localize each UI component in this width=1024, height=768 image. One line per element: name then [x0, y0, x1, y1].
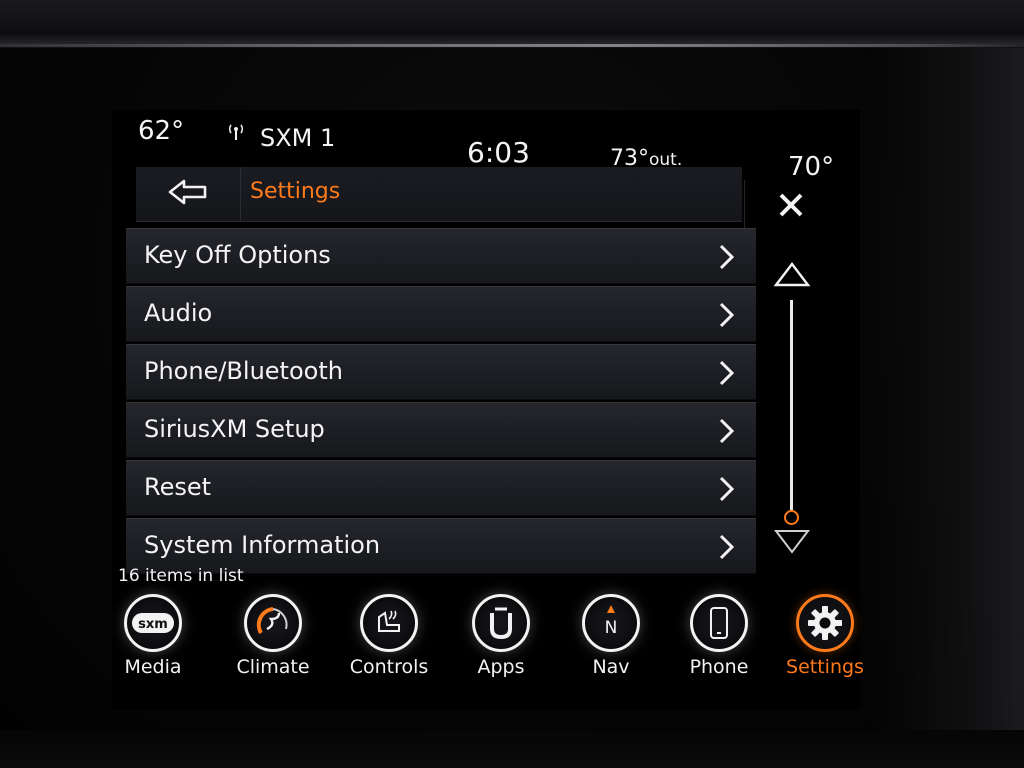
- nav-controls[interactable]: Controls: [334, 588, 444, 688]
- list-item-key-off-options[interactable]: Key Off Options: [126, 228, 756, 284]
- nav-label: Apps: [477, 656, 525, 678]
- bezel-right: [874, 48, 1024, 768]
- radio-station[interactable]: SXM 1: [260, 124, 335, 152]
- compass-letter: N: [605, 618, 618, 638]
- page-title: Settings: [250, 179, 341, 204]
- sxm-logo-text: sxm: [138, 617, 168, 632]
- bezel-bottom: [0, 730, 1024, 768]
- nav-label: Controls: [349, 656, 429, 678]
- nav-nav[interactable]: N Nav: [556, 588, 666, 688]
- nav-apps[interactable]: Apps: [446, 588, 556, 688]
- compass-icon: N: [582, 594, 640, 652]
- list-scrollbar[interactable]: [770, 260, 814, 560]
- close-icon: [777, 191, 805, 223]
- climate-icon: [244, 594, 302, 652]
- status-bar: 62° SXM 1 6:03 73°out. 70°: [112, 110, 860, 182]
- passenger-temp[interactable]: 70°: [788, 152, 834, 182]
- clock: 6:03: [467, 136, 530, 169]
- back-button[interactable]: [136, 167, 241, 221]
- close-button[interactable]: [744, 180, 837, 234]
- list-item-reset[interactable]: Reset: [126, 460, 756, 516]
- scroll-up-icon[interactable]: [772, 260, 812, 292]
- apps-icon: [472, 594, 530, 652]
- nav-label: Media: [124, 656, 182, 678]
- nav-climate[interactable]: Climate: [218, 588, 328, 688]
- list-item-label: System Information: [144, 531, 381, 559]
- settings-gear-icon: [796, 594, 854, 652]
- scroll-track[interactable]: [790, 300, 793, 510]
- header-bar: Settings: [136, 167, 742, 222]
- bottom-nav-bar: sxm Media Climate Controls Apps N Nav Ph…: [112, 588, 864, 698]
- infotainment-screen: 62° SXM 1 6:03 73°out. 70° Settings Key …: [112, 110, 864, 710]
- back-arrow-icon: [167, 178, 209, 210]
- driver-temp[interactable]: 62°: [138, 116, 184, 146]
- controls-icon: [360, 594, 418, 652]
- bezel-top: [0, 0, 1024, 48]
- list-item-label: Phone/Bluetooth: [144, 357, 343, 385]
- nav-label: Nav: [592, 656, 630, 678]
- radio-signal-icon: [225, 122, 247, 147]
- chevron-right-icon: [714, 533, 738, 561]
- scroll-thumb[interactable]: [784, 510, 799, 525]
- nav-label: Phone: [689, 656, 749, 678]
- list-item-phone-bluetooth[interactable]: Phone/Bluetooth: [126, 344, 756, 400]
- sxm-icon: sxm: [124, 594, 182, 652]
- nav-phone[interactable]: Phone: [664, 588, 774, 688]
- nav-settings[interactable]: Settings: [770, 588, 880, 688]
- items-count: 16 items in list: [118, 566, 244, 586]
- scroll-down-icon[interactable]: [772, 528, 812, 560]
- settings-list: Key Off Options Audio Phone/Bluetooth Si…: [126, 228, 756, 576]
- bezel-highlight: [0, 44, 1024, 47]
- chevron-right-icon: [714, 243, 738, 271]
- list-item-label: Audio: [144, 299, 213, 327]
- nav-media[interactable]: sxm Media: [98, 588, 208, 688]
- chevron-right-icon: [714, 417, 738, 445]
- list-item-siriusxm-setup[interactable]: SiriusXM Setup: [126, 402, 756, 458]
- list-item-label: Reset: [144, 473, 212, 501]
- chevron-right-icon: [714, 359, 738, 387]
- list-item-label: SiriusXM Setup: [144, 415, 325, 443]
- nav-label: Climate: [236, 656, 310, 678]
- chevron-right-icon: [714, 475, 738, 503]
- chevron-right-icon: [714, 301, 738, 329]
- phone-icon: [690, 594, 748, 652]
- nav-label: Settings: [786, 656, 864, 678]
- list-item-audio[interactable]: Audio: [126, 286, 756, 342]
- list-item-label: Key Off Options: [144, 241, 331, 269]
